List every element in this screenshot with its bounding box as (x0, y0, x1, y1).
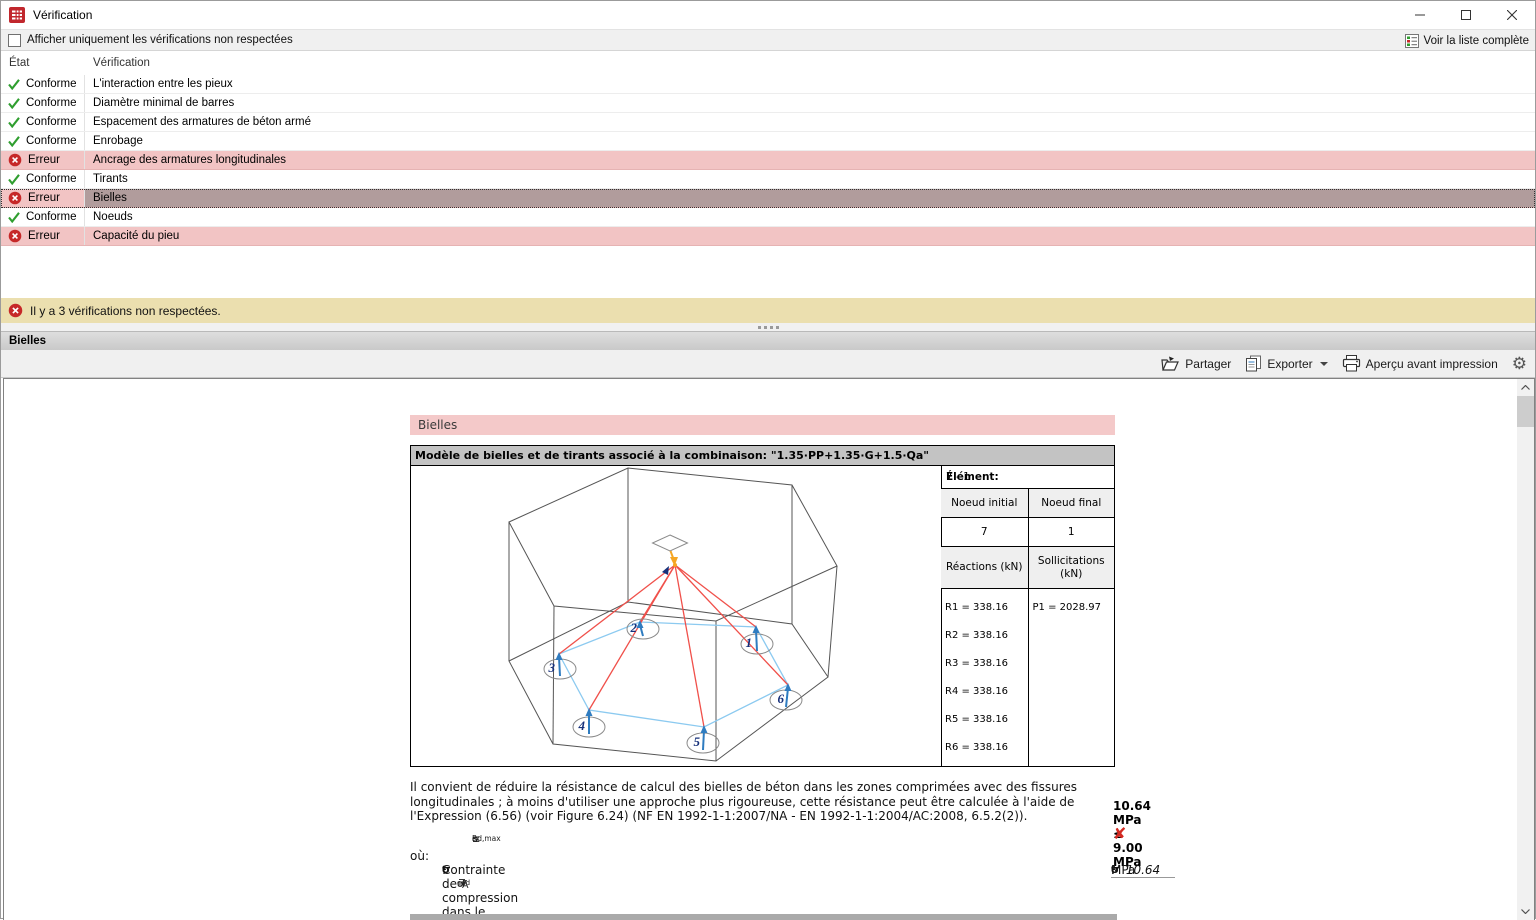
chevron-down-icon (1521, 909, 1530, 914)
sigma-unit: MPa (1111, 863, 1136, 877)
report-panel: Bielles Modèle de bielles et de tirants … (3, 378, 1535, 920)
error-icon (8, 191, 22, 205)
scroll-up-button[interactable] (1517, 379, 1534, 396)
maximize-icon (1461, 10, 1471, 20)
pile-reaction-arrows (558, 624, 789, 751)
report-toolbar: Partager Exporter Aperçu avant impressio… (1, 350, 1535, 378)
filter-bar: Afficher uniquement les vérifications no… (1, 29, 1535, 51)
share-button[interactable]: Partager (1161, 356, 1231, 372)
scrollbar-thumb[interactable] (1517, 396, 1534, 427)
sollicitations-header: Sollicitations (kN) (1027, 547, 1114, 588)
table-row[interactable]: Conforme Diamètre minimal de barres (1, 94, 1535, 113)
minimize-button[interactable] (1397, 1, 1443, 29)
show-only-failed-checkbox[interactable] (8, 33, 21, 47)
column-header-state: État (9, 57, 30, 69)
view-full-list-button[interactable]: Voir la liste complète (1404, 30, 1529, 52)
export-button[interactable]: Exporter (1245, 355, 1328, 372)
title-bar: Vérification (1, 1, 1535, 29)
column-load-arrow (669, 550, 678, 567)
svg-text:4: 4 (578, 718, 586, 733)
svg-text:2: 2 (630, 620, 638, 635)
window-controls (1397, 1, 1535, 29)
model-combination-header: Modèle de bielles et de tirants associé … (410, 445, 1115, 466)
close-icon (1507, 10, 1517, 20)
print-preview-button[interactable]: Aperçu avant impression (1342, 355, 1498, 372)
sollicitations-values: P1 = 2028.97 (1027, 589, 1115, 766)
svg-text:6: 6 (778, 691, 785, 706)
printer-icon (1342, 355, 1360, 372)
table-row[interactable]: Erreur Ancrage des armatures longitudina… (1, 151, 1535, 170)
sigma-description: Contrainte de compression dans le béton. (442, 863, 519, 920)
node-final-value: 1 (1027, 518, 1115, 546)
settings-gear-button[interactable]: ⚙ (1512, 355, 1527, 372)
show-only-failed-label: Afficher uniquement les vérifications no… (27, 34, 293, 46)
reactions-values: R1 = 338.16 R2 = 338.16 R3 = 338.16 R4 =… (945, 602, 1009, 753)
minimize-icon (1415, 14, 1425, 16)
check-icon (8, 173, 20, 185)
section-title: Bielles (9, 335, 47, 347)
verification-list: Conforme L'interaction entre les pieux C… (1, 75, 1535, 246)
app-icon (9, 7, 25, 23)
view-full-list-label: Voir la liste complète (1423, 35, 1529, 47)
next-section-bar (410, 914, 1117, 920)
table-row[interactable]: Conforme Noeuds (1, 208, 1535, 227)
column-header-verification: Vérification (93, 57, 150, 69)
table-row[interactable]: Conforme Enrobage (1, 132, 1535, 151)
reactions-header: Réactions (kN) (941, 547, 1028, 588)
maximize-button[interactable] (1443, 1, 1489, 29)
svg-text:3: 3 (548, 660, 556, 675)
table-row-selected[interactable]: Erreur Bielles (1, 189, 1535, 208)
list-icon (1404, 34, 1419, 48)
tie-lines (558, 621, 789, 728)
export-icon (1246, 355, 1262, 372)
chevron-down-icon (1319, 361, 1328, 366)
pile-number-labels: 1 2 3 4 5 6 (548, 620, 785, 749)
fail-cross-icon: ✘ (1113, 824, 1127, 843)
chevron-up-icon (1521, 385, 1530, 390)
error-icon (8, 153, 22, 167)
check-icon (8, 78, 20, 90)
node-initial-value: 7 (980, 525, 988, 538)
close-button[interactable] (1489, 1, 1535, 29)
table-row[interactable]: Conforme L'interaction entre les pieux (1, 75, 1535, 94)
node-final-header: Noeud final (1027, 489, 1114, 517)
report-title: Bielles (410, 415, 1115, 435)
list-header: État Vérification (1, 51, 1535, 75)
where-label: où: (410, 849, 429, 863)
svg-text:1: 1 (746, 635, 753, 650)
check-icon (8, 135, 20, 147)
summary-message: Il y a 3 vérifications non respectées. (30, 303, 221, 318)
window-title: Vérification (33, 8, 93, 22)
element-value: 7 - 1 (946, 471, 970, 483)
verification-window: Vérification Afficher uniquement les vér… (0, 0, 1536, 920)
error-icon (8, 229, 22, 243)
svg-text:5: 5 (694, 734, 701, 749)
table-row[interactable]: Conforme Espacement des armatures de bét… (1, 113, 1535, 132)
table-row[interactable]: Conforme Tirants (1, 170, 1535, 189)
scroll-down-button[interactable] (1517, 903, 1534, 920)
table-row[interactable]: Erreur Capacité du pieu (1, 227, 1535, 246)
element-table: Élément: 7 - 1 Noeud initial Noeud final… (941, 466, 1115, 767)
share-icon (1161, 356, 1180, 371)
check-icon (8, 97, 20, 109)
pile-cap-wireframe (508, 467, 838, 762)
check-result-row: σc ≤ σ Rd,max 10.64 MPa ≤ 9.00 MPa ✘ (472, 799, 1151, 869)
code-reference-paragraph: Il convient de réduire la résistance de … (410, 780, 1078, 823)
vertical-scrollbar[interactable] (1517, 379, 1534, 920)
error-icon (8, 303, 23, 318)
check-icon (8, 116, 20, 128)
strut-tie-diagram: 1 2 3 4 5 6 (410, 466, 942, 767)
check-icon (8, 211, 20, 223)
summary-bar: Il y a 3 vérifications non respectées. (1, 298, 1535, 323)
splitter-handle[interactable] (1, 323, 1535, 331)
node-initial-header: Noeud initial (941, 489, 1028, 517)
column-outline (651, 534, 689, 552)
section-header: Bielles (1, 331, 1535, 350)
